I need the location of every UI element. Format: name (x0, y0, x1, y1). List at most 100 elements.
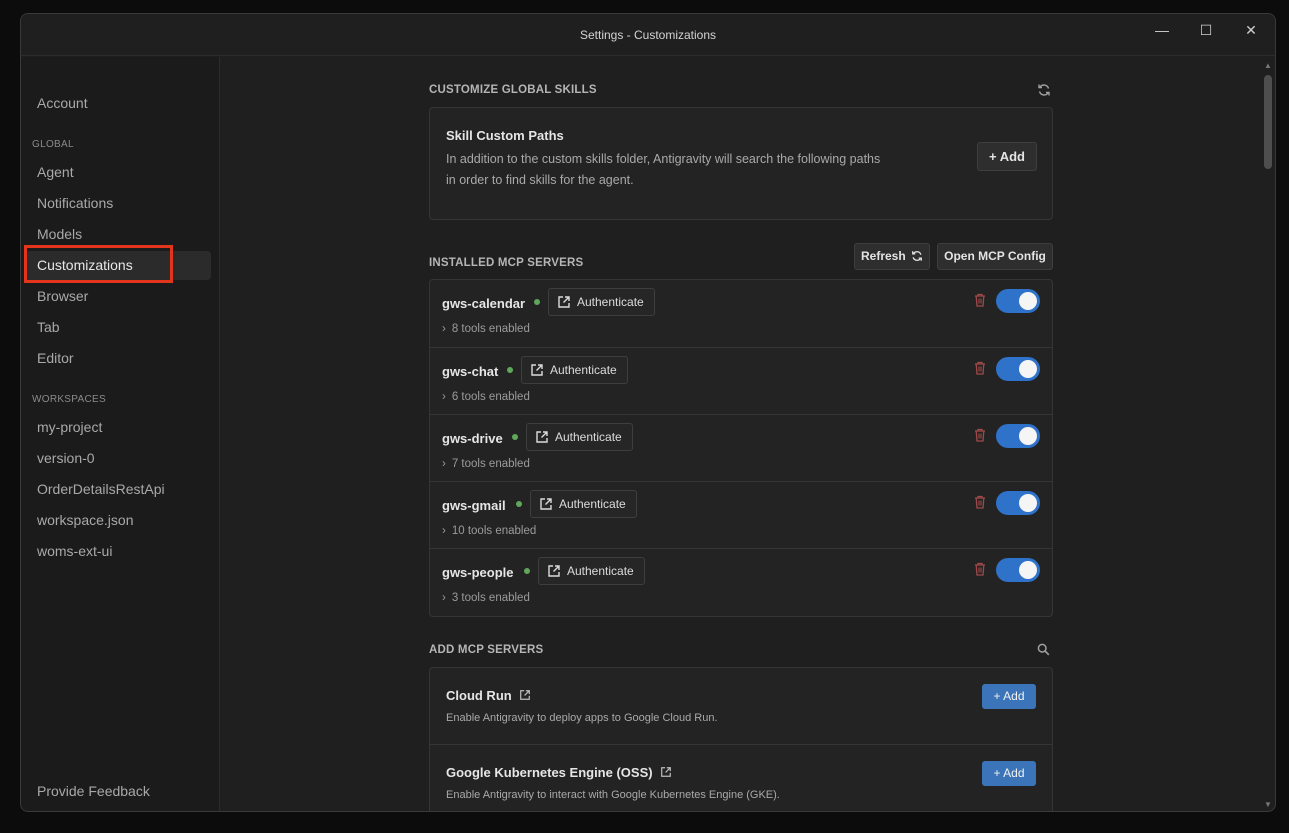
sidebar-item-account[interactable]: Account (25, 89, 211, 118)
scroll-up-arrow[interactable]: ▲ (1263, 61, 1273, 70)
installed-servers-card: gws-calendar Authenticate › 8 tools enabl… (429, 279, 1053, 617)
trash-icon[interactable] (974, 428, 986, 442)
server-name: gws-people (442, 565, 514, 580)
authenticate-button[interactable]: Authenticate (526, 423, 633, 451)
title-bar: Settings - Customizations — ☐ ✕ (21, 14, 1275, 56)
external-link-icon (531, 364, 543, 376)
add-server-row-cloud-run: Cloud Run Enable Antigravity to deploy a… (430, 668, 1052, 744)
search-icon[interactable] (1037, 643, 1050, 656)
close-button[interactable]: ✕ (1237, 20, 1265, 40)
tools-count: 7 tools enabled (451, 458, 530, 470)
external-link-icon (536, 431, 548, 443)
tools-count: 8 tools enabled (451, 323, 530, 335)
trash-icon[interactable] (974, 361, 986, 375)
authenticate-button[interactable]: Authenticate (548, 288, 655, 316)
authenticate-label: Authenticate (555, 430, 622, 444)
chevron-right-icon: › (442, 391, 446, 403)
external-link-icon (558, 296, 570, 308)
tools-enabled-toggle[interactable]: › 8 tools enabled (442, 323, 530, 335)
status-dot (507, 367, 513, 373)
chevron-right-icon: › (442, 458, 446, 470)
add-cloud-run-button[interactable]: + Add (982, 684, 1036, 709)
external-link-icon (540, 498, 552, 510)
sidebar-item-notifications[interactable]: Notifications (25, 189, 211, 218)
skill-paths-description-line-2: in order to find skills for the agent. (446, 173, 634, 187)
trash-icon[interactable] (974, 293, 986, 307)
sidebar-item-agent[interactable]: Agent (25, 158, 211, 187)
authenticate-label: Authenticate (559, 497, 626, 511)
add-server-description: Enable Antigravity to interact with Goog… (446, 789, 780, 801)
external-link-icon (548, 565, 560, 577)
chevron-right-icon: › (442, 525, 446, 537)
server-enabled-toggle[interactable] (996, 558, 1040, 582)
server-row-gws-drive: gws-drive Authenticate › 7 tools enabled (430, 414, 1052, 481)
add-gke-button[interactable]: + Add (982, 761, 1036, 786)
authenticate-button[interactable]: Authenticate (538, 557, 645, 585)
toggle-knob (1019, 561, 1037, 579)
minimize-button[interactable]: — (1148, 20, 1176, 40)
trash-icon[interactable] (974, 562, 986, 576)
add-servers-header: ADD MCP SERVERS (429, 644, 544, 656)
sidebar-item-tab[interactable]: Tab (25, 313, 211, 342)
refresh-icon (912, 251, 922, 261)
server-enabled-toggle[interactable] (996, 289, 1040, 313)
add-server-title-text: Cloud Run (446, 688, 512, 703)
server-name: gws-drive (442, 431, 503, 446)
server-name: gws-chat (442, 364, 499, 379)
sidebar-item-browser[interactable]: Browser (25, 282, 211, 311)
sidebar-item-order-details-rest-api[interactable]: OrderDetailsRestApi (25, 475, 211, 504)
sidebar-section-workspaces: WORKSPACES (32, 394, 106, 405)
refresh-icon[interactable] (1037, 83, 1051, 97)
sidebar-item-customizations[interactable]: Customizations (25, 251, 211, 280)
refresh-servers-button[interactable]: Refresh (854, 243, 930, 270)
maximize-button[interactable]: ☐ (1192, 20, 1220, 40)
status-dot (512, 434, 518, 440)
tools-enabled-toggle[interactable]: › 6 tools enabled (442, 391, 530, 403)
add-server-title[interactable]: Cloud Run (446, 688, 531, 703)
toggle-knob (1019, 494, 1037, 512)
refresh-label: Refresh (860, 249, 906, 263)
sidebar-item-version-0[interactable]: version-0 (25, 444, 211, 473)
server-enabled-toggle[interactable] (996, 491, 1040, 515)
sidebar-item-editor[interactable]: Editor (25, 344, 211, 373)
add-skill-path-button[interactable]: + Add (977, 142, 1037, 171)
status-dot (534, 299, 540, 305)
authenticate-label: Authenticate (577, 295, 644, 309)
server-enabled-toggle[interactable] (996, 424, 1040, 448)
vertical-scrollbar[interactable]: ▲ ▼ (1261, 57, 1275, 811)
tools-count: 3 tools enabled (451, 592, 530, 604)
status-dot (524, 568, 530, 574)
tools-enabled-toggle[interactable]: › 10 tools enabled (442, 525, 536, 537)
tools-enabled-toggle[interactable]: › 3 tools enabled (442, 592, 530, 604)
skills-section-header: CUSTOMIZE GLOBAL SKILLS (429, 84, 597, 96)
toggle-knob (1019, 427, 1037, 445)
external-link-icon (520, 690, 531, 700)
skill-paths-description: In addition to the custom skills folder,… (446, 149, 966, 191)
sidebar-item-models[interactable]: Models (25, 220, 211, 249)
trash-icon[interactable] (974, 495, 986, 509)
scroll-down-arrow[interactable]: ▼ (1263, 800, 1273, 809)
authenticate-button[interactable]: Authenticate (521, 356, 628, 384)
external-link-icon (661, 767, 672, 777)
sidebar-item-my-project[interactable]: my-project (25, 413, 211, 442)
add-server-row-gke: Google Kubernetes Engine (OSS) Enable An… (430, 744, 1052, 811)
server-row-gws-people: gws-people Authenticate › 3 tools enabled (430, 548, 1052, 615)
sidebar-item-woms-ext-ui[interactable]: woms-ext-ui (25, 537, 211, 566)
installed-servers-header: INSTALLED MCP SERVERS (429, 257, 584, 269)
settings-content: CUSTOMIZE GLOBAL SKILLS Skill Custom Pat… (221, 57, 1275, 811)
window-title: Settings - Customizations (579, 28, 717, 42)
server-enabled-toggle[interactable] (996, 357, 1040, 381)
tools-enabled-toggle[interactable]: › 7 tools enabled (442, 458, 530, 470)
server-name: gws-calendar (442, 296, 526, 311)
sidebar-item-workspace-json[interactable]: workspace.json (25, 506, 211, 535)
authenticate-label: Authenticate (550, 363, 617, 377)
settings-sidebar: Account GLOBAL Agent Notifications Model… (21, 57, 220, 811)
authenticate-label: Authenticate (567, 564, 634, 578)
server-name: gws-gmail (442, 498, 506, 513)
open-mcp-config-button[interactable]: Open MCP Config (937, 243, 1053, 270)
add-server-title[interactable]: Google Kubernetes Engine (OSS) (446, 765, 672, 780)
scroll-thumb[interactable] (1264, 75, 1272, 169)
server-row-gws-gmail: gws-gmail Authenticate › 10 tools enabled (430, 481, 1052, 548)
sidebar-item-provide-feedback[interactable]: Provide Feedback (25, 777, 211, 806)
authenticate-button[interactable]: Authenticate (530, 490, 637, 518)
